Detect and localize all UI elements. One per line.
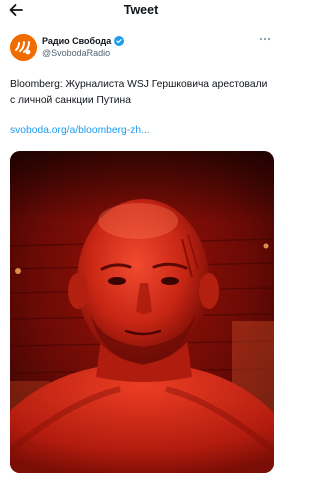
tweet-photo[interactable] <box>10 151 274 473</box>
radio-svoboda-logo-icon <box>10 34 37 61</box>
verified-badge-icon <box>114 36 125 46</box>
display-name-row: Радио Свобода <box>42 35 125 47</box>
tweet-author: Радио Свобода @SvobodaRadio <box>10 34 272 64</box>
more-options-icon[interactable] <box>258 35 272 43</box>
tweet-link[interactable]: svoboda.org/a/bloomberg-zh... <box>10 124 150 138</box>
author-display-name[interactable]: Радио Свобода <box>42 35 111 47</box>
top-bar: Tweet <box>0 0 282 20</box>
author-handle[interactable]: @SvobodaRadio <box>42 47 110 59</box>
photo-image <box>10 151 274 473</box>
page-title: Tweet <box>123 3 159 17</box>
tweet-text: Bloomberg: Журналиста WSJ Гершковича аре… <box>10 79 268 106</box>
avatar[interactable] <box>10 34 37 61</box>
